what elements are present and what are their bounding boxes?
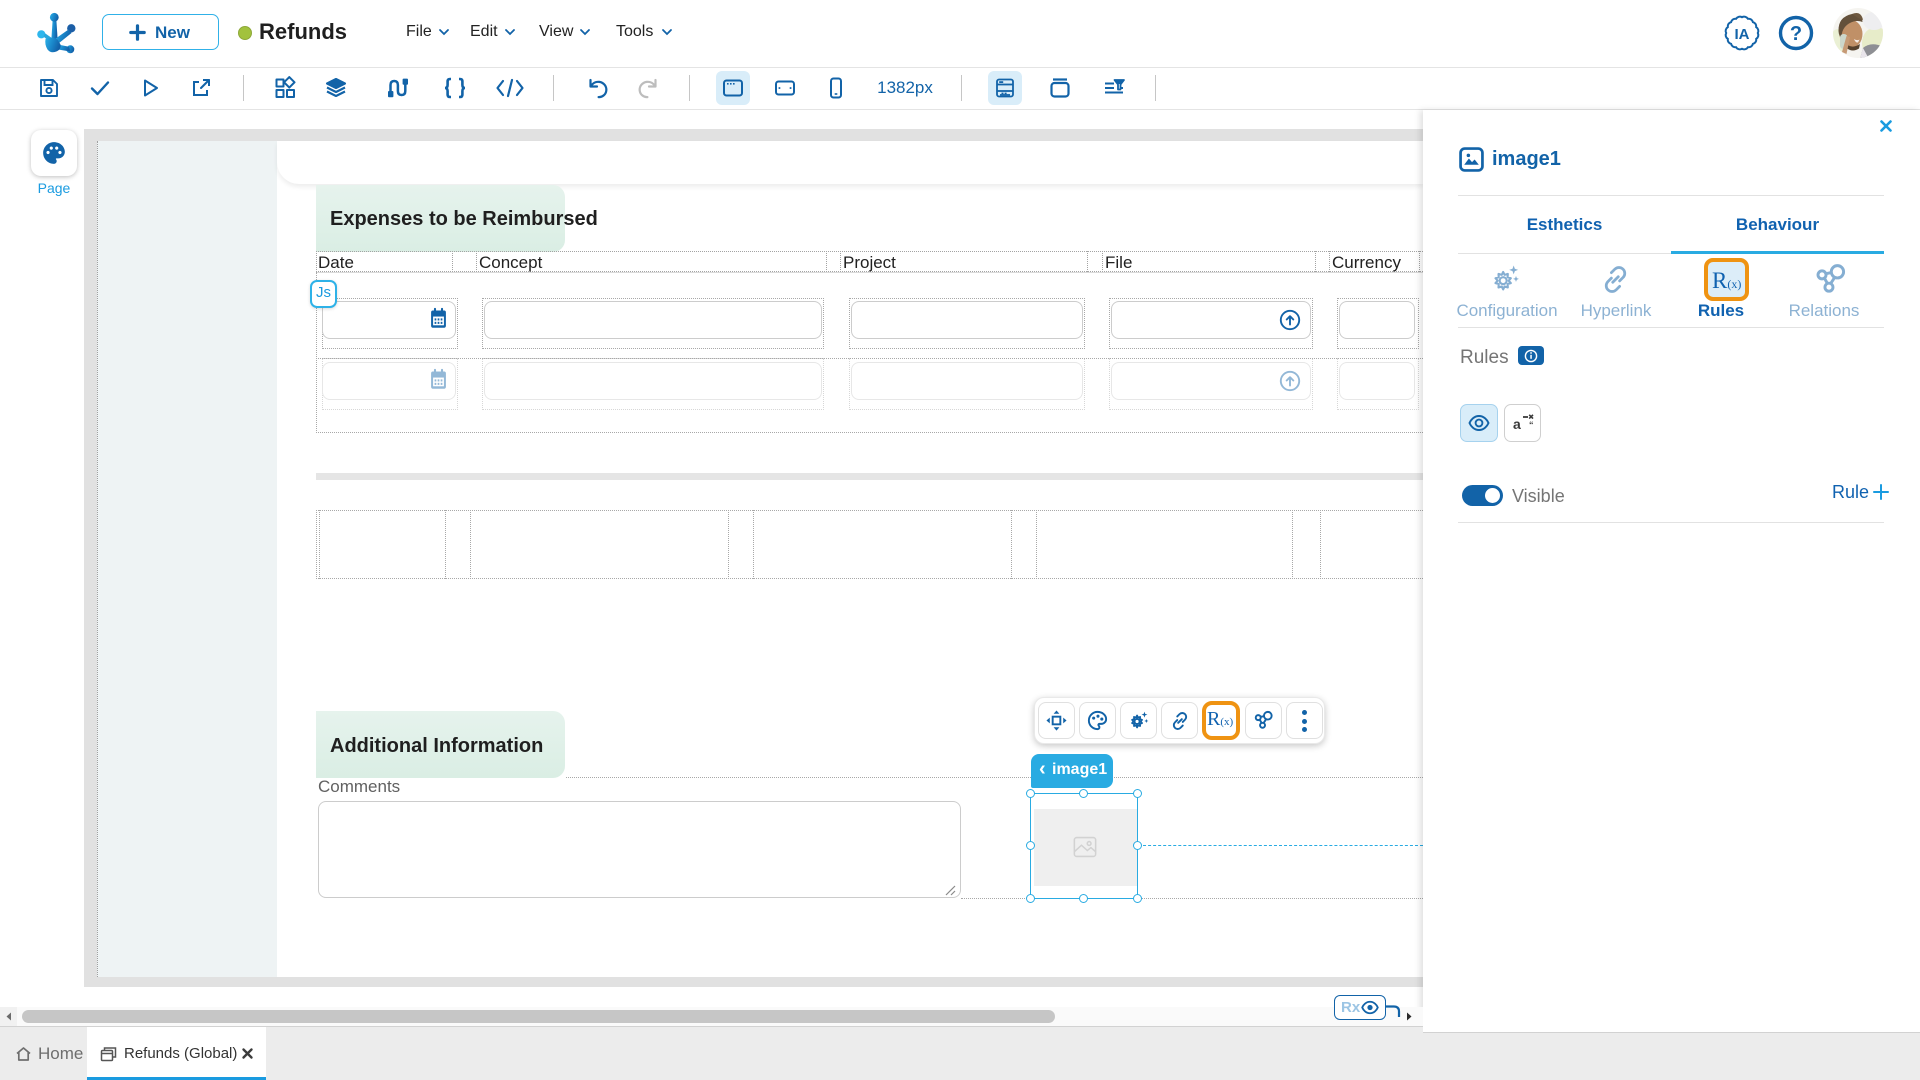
svg-text:“: “	[1529, 420, 1534, 430]
svg-text:?: ?	[1790, 23, 1802, 45]
svg-text:a: a	[1513, 416, 1521, 432]
svg-text:IA: IA	[1735, 26, 1750, 43]
